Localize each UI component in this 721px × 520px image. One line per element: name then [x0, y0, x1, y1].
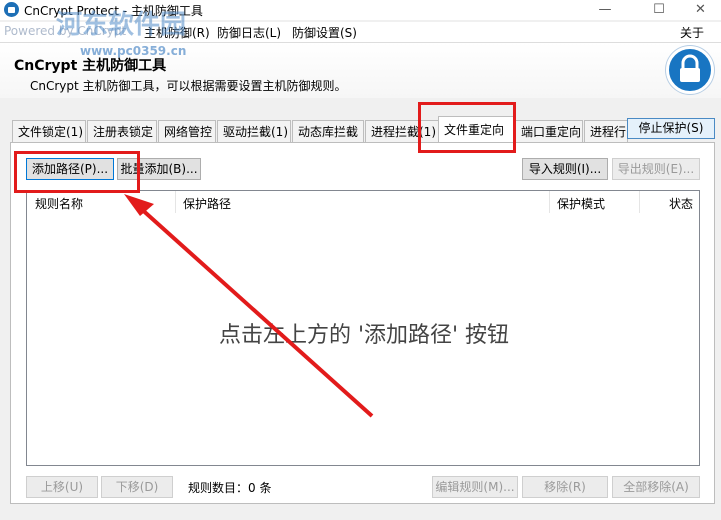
annotation-arrow: [124, 194, 374, 418]
annotation-arrow-line: [136, 204, 374, 418]
annotation-arrow-head: [124, 194, 154, 216]
